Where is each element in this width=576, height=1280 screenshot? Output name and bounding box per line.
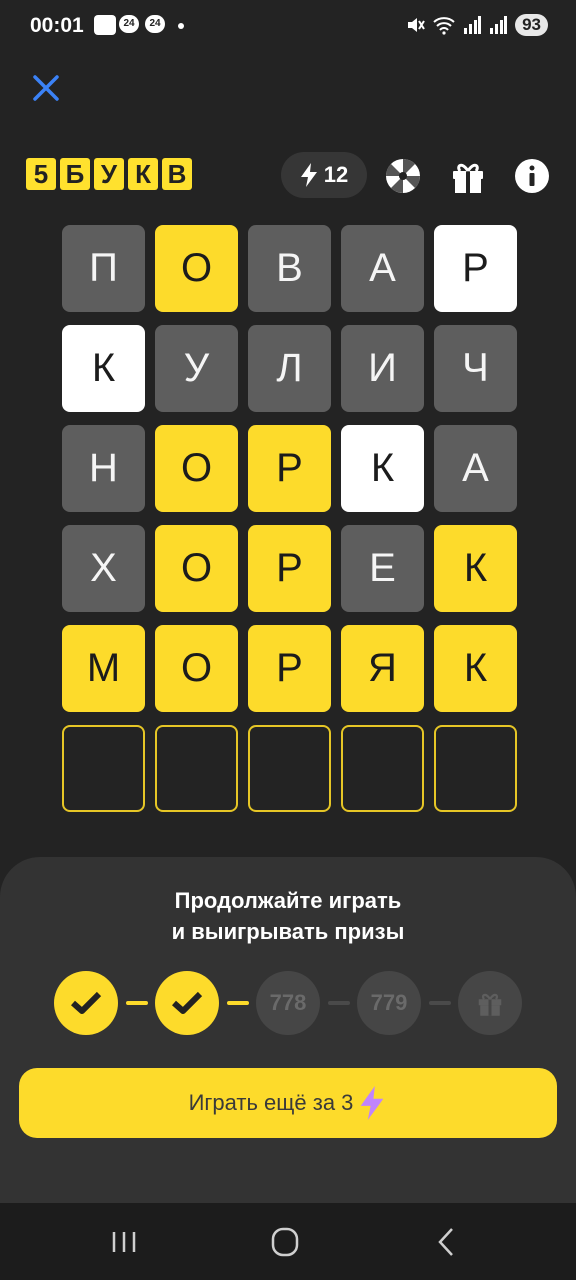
bottom-sheet: Продолжайте играть и выигрывать призы 77… (0, 857, 576, 1203)
info-icon[interactable] (512, 156, 552, 196)
check-icon (71, 991, 102, 1014)
progress-step: 779 (357, 971, 421, 1035)
notification-badge-icon: 24 (119, 15, 139, 33)
shopping-bag-icon (94, 15, 116, 35)
signal-icon (464, 16, 482, 34)
letter-tile: А (341, 225, 424, 312)
prize-progress: 778 779 (54, 971, 524, 1035)
system-nav-bar (0, 1203, 576, 1280)
wheel-of-fortune-icon[interactable] (383, 156, 423, 196)
empty-letter-tile (62, 725, 145, 812)
progress-connector (328, 1001, 350, 1005)
gift-icon (478, 993, 502, 1016)
battery-level: 93 (515, 14, 548, 36)
letter-tile: О (155, 625, 238, 712)
sheet-title: Продолжайте играть и выигрывать призы (0, 885, 576, 947)
letter-tile: К (341, 425, 424, 512)
letter-tile: Х (62, 525, 145, 612)
letter-tile: К (434, 525, 517, 612)
letter-tile: П (62, 225, 145, 312)
lightning-icon (300, 163, 317, 187)
logo-letter: Б (60, 158, 90, 190)
letter-tile: К (434, 625, 517, 712)
letter-tile: А (434, 425, 517, 512)
letter-tile: О (155, 425, 238, 512)
letter-tile: Р (434, 225, 517, 312)
letter-grid: ПОВАРКУЛИЧНОРКАХОРЕКМОРЯК (62, 225, 517, 812)
letter-tile: Р (248, 425, 331, 512)
letter-tile: Е (341, 525, 424, 612)
letter-tile: М (62, 625, 145, 712)
game-logo: 5 Б У К В (26, 158, 192, 190)
notification-badge-icon: 24 (145, 15, 165, 33)
energy-counter[interactable]: 12 (281, 152, 367, 198)
gift-icon[interactable] (448, 156, 488, 196)
logo-letter: 5 (26, 158, 56, 190)
recent-apps-icon[interactable] (106, 1225, 142, 1259)
progress-connector (227, 1001, 249, 1005)
letter-tile: Л (248, 325, 331, 412)
status-time: 00:01 (30, 14, 84, 37)
letter-tile: О (155, 225, 238, 312)
sheet-title-line: Продолжайте играть (174, 888, 402, 913)
mute-icon (408, 18, 425, 32)
lightning-icon (361, 1086, 384, 1120)
status-bar: 00:01 24 24 93 (0, 0, 576, 56)
letter-tile: Ч (434, 325, 517, 412)
logo-letter: У (94, 158, 124, 190)
empty-letter-tile (155, 725, 238, 812)
progress-step-done (155, 971, 219, 1035)
letter-tile: О (155, 525, 238, 612)
check-icon (172, 991, 203, 1014)
empty-letter-tile (341, 725, 424, 812)
play-again-label: Играть ещё за 3 (188, 1090, 354, 1115)
energy-count: 12 (323, 162, 349, 187)
letter-tile: Р (248, 525, 331, 612)
home-icon[interactable] (267, 1225, 303, 1259)
progress-connector (126, 1001, 148, 1005)
empty-letter-tile (434, 725, 517, 812)
letter-tile: Р (248, 625, 331, 712)
letter-tile: К (62, 325, 145, 412)
empty-letter-tile (248, 725, 331, 812)
letter-tile: Н (62, 425, 145, 512)
letter-tile: В (248, 225, 331, 312)
back-icon[interactable] (428, 1225, 464, 1259)
system-indicators: 93 (405, 14, 548, 36)
logo-letter: К (128, 158, 158, 190)
wifi-icon (433, 17, 455, 35)
more-notifications-dot (178, 23, 184, 29)
close-icon[interactable] (30, 72, 62, 104)
sheet-title-line: и выигрывать призы (171, 919, 405, 944)
signal-icon (490, 16, 508, 34)
progress-connector (429, 1001, 451, 1005)
progress-step: 778 (256, 971, 320, 1035)
letter-tile: Я (341, 625, 424, 712)
logo-letter: В (162, 158, 192, 190)
progress-step-done (54, 971, 118, 1035)
progress-step-prize (458, 971, 522, 1035)
play-again-button[interactable]: Играть ещё за 3 (19, 1068, 557, 1138)
letter-tile: У (155, 325, 238, 412)
letter-tile: И (341, 325, 424, 412)
